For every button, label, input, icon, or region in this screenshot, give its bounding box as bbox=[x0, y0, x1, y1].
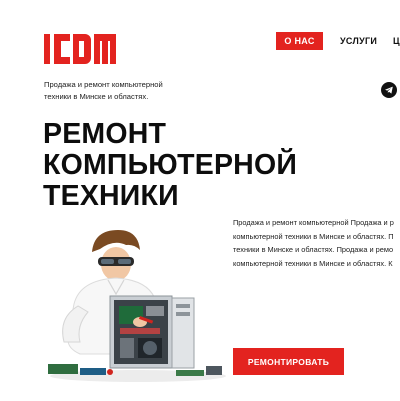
technician-repairing-computer-image bbox=[40, 224, 226, 386]
hero-title-line: РЕМОНТ bbox=[43, 118, 167, 150]
tagline-line: техники в Минске и областях. bbox=[44, 92, 149, 101]
hero-title: РЕМОНТ КОМПЬЮТЕРНОЙ ТЕХНИКИ bbox=[43, 119, 343, 212]
hero-title-line: КОМПЬЮТЕРНОЙ bbox=[43, 149, 298, 181]
hero-description: Продажа и ремонт компьютерной Продажа и … bbox=[233, 216, 400, 270]
telegram-icon[interactable] bbox=[381, 82, 397, 98]
repair-cta-button[interactable]: РЕМОНТИРОВАТЬ bbox=[233, 348, 344, 375]
nav-about-link[interactable]: О НАС bbox=[276, 32, 323, 50]
description-line: Продажа и ремонт компьютерной Продажа и … bbox=[233, 218, 394, 227]
hero-title-line: ТЕХНИКИ bbox=[43, 180, 179, 212]
nav-overflow-item[interactable]: Ц bbox=[393, 32, 400, 50]
description-line: техники в Минске и областях. Продажа и р… bbox=[233, 245, 394, 254]
tagline-line: Продажа и ремонт компьютерной bbox=[44, 80, 163, 89]
header-tagline: Продажа и ремонт компьютерной техники в … bbox=[44, 79, 184, 103]
description-line: компьютерной техники в Минске и областях… bbox=[233, 258, 393, 268]
logo-wordmark bbox=[44, 34, 116, 64]
description-line: компьютерной техники в Минске и областях… bbox=[233, 231, 394, 241]
nav-services-link[interactable]: УСЛУГИ bbox=[340, 32, 377, 50]
brand-logo[interactable] bbox=[44, 32, 116, 66]
